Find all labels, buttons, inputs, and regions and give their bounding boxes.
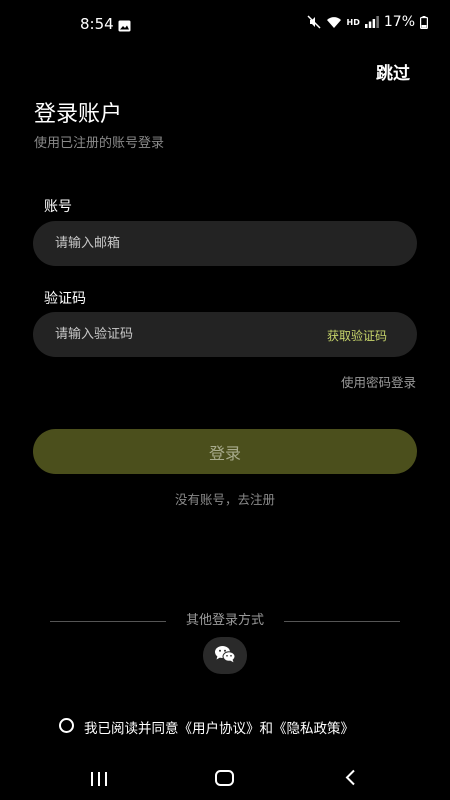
back-icon[interactable] <box>344 769 356 790</box>
wifi-icon <box>326 16 342 29</box>
verification-code-field: 获取验证码 <box>33 312 417 357</box>
account-field <box>33 221 417 266</box>
page-subtitle: 使用已注册的账号登录 <box>34 136 165 151</box>
recent-apps-icon[interactable] <box>90 771 108 790</box>
home-icon[interactable] <box>215 770 234 790</box>
system-navigation-bar <box>0 756 450 800</box>
page-title: 登录账户 <box>34 102 123 127</box>
agreement-checkbox[interactable] <box>59 718 74 733</box>
divider-right <box>284 621 400 622</box>
status-time: 8:54 <box>80 15 114 33</box>
user-agreement-link[interactable]: 《用户协议》 <box>179 721 260 737</box>
mute-icon <box>307 15 321 29</box>
battery-percent: 17% <box>383 14 415 30</box>
agreement-prefix: 我已阅读并同意 <box>84 721 179 737</box>
password-login-link[interactable]: 使用密码登录 <box>341 372 416 391</box>
verification-code-input[interactable] <box>55 312 315 357</box>
status-bar: 8:54 HD 17% <box>0 0 450 48</box>
agreement-text: 我已阅读并同意《用户协议》和《隐私政策》 <box>84 717 354 737</box>
verification-code-label: 验证码 <box>44 291 86 307</box>
privacy-policy-link[interactable]: 《隐私政策》 <box>273 721 354 737</box>
login-button[interactable]: 登录 <box>33 429 417 474</box>
status-indicators: HD 17% <box>307 14 428 30</box>
other-login-label: 其他登录方式 <box>185 613 264 628</box>
account-label: 账号 <box>44 199 72 215</box>
agreement-and: 和 <box>259 721 274 737</box>
wechat-login-button[interactable] <box>203 637 247 674</box>
skip-button[interactable]: 跳过 <box>376 59 410 84</box>
signal-icon <box>364 16 379 28</box>
wechat-icon <box>214 645 236 667</box>
network-type-label: HD <box>346 17 360 27</box>
register-link[interactable]: 没有账号，去注册 <box>0 489 450 508</box>
email-input[interactable] <box>55 221 315 266</box>
battery-icon <box>420 15 428 29</box>
gallery-notification-icon <box>118 17 131 32</box>
get-code-button[interactable]: 获取验证码 <box>327 327 387 344</box>
